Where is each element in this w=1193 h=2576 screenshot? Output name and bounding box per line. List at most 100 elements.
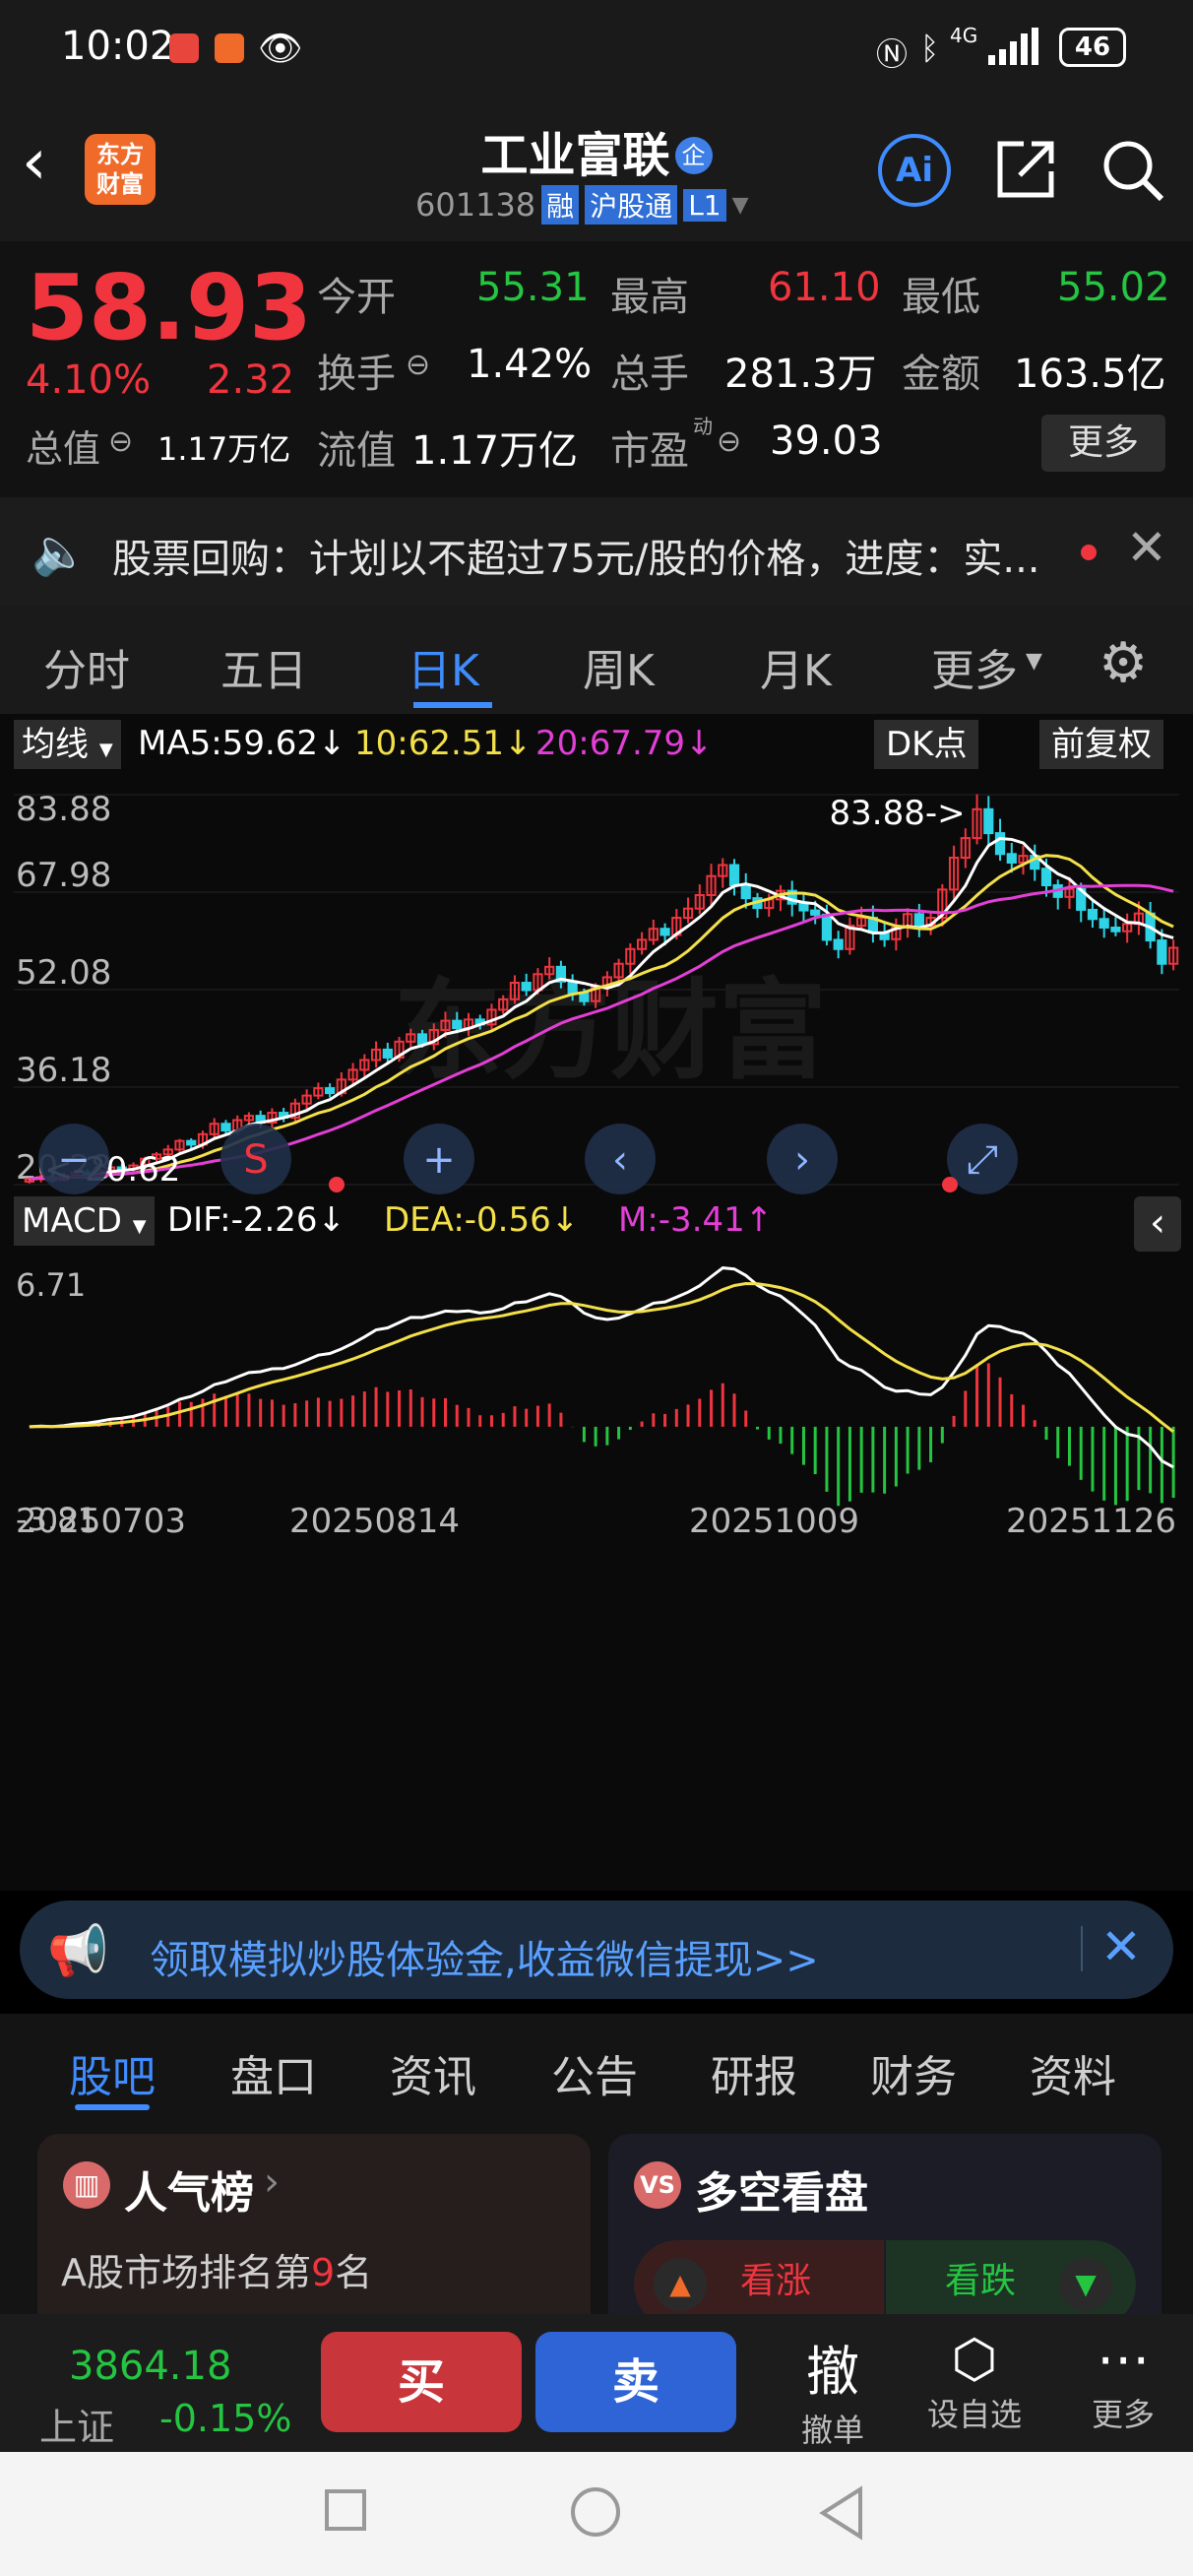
bear-label: 看跌 bbox=[945, 2261, 1017, 2301]
ai-button[interactable]: Ai bbox=[878, 134, 951, 207]
share-icon[interactable] bbox=[994, 138, 1057, 201]
status-bar: 10:02 👁 Ⓝ ᛒ 4G 46 bbox=[0, 0, 1193, 98]
high-label: 最高 bbox=[610, 275, 689, 320]
macd-label: MACD bbox=[22, 1201, 122, 1241]
candlestick-chart[interactable]: 83.8867.9852.0836.1820.28东方财富83.88-><-20… bbox=[0, 773, 1193, 1206]
tab-finance[interactable]: 财务 bbox=[870, 2041, 957, 2104]
chevron-right-icon: › bbox=[264, 2159, 280, 2205]
more-quote-label: 更多 bbox=[1067, 422, 1139, 463]
turnover-value: 1.42% bbox=[467, 342, 593, 387]
tab-research[interactable]: 研报 bbox=[711, 2041, 797, 2104]
app-notification-icon bbox=[215, 33, 244, 63]
close-icon[interactable]: ✕ bbox=[1100, 1918, 1142, 1975]
more-dots-icon: ⋯ bbox=[1097, 2328, 1150, 2390]
chart-area[interactable]: 均线 ▼ MA5:59.62↓ 10:62.51↓ 20:67.79↓ DK点 … bbox=[0, 714, 1193, 1891]
tab-announcements[interactable]: 公告 bbox=[551, 2041, 638, 2104]
dk-point-button[interactable]: DK点 bbox=[874, 720, 979, 769]
collapse-panel-button[interactable]: ‹ bbox=[1134, 1196, 1181, 1252]
high-value: 61.10 bbox=[768, 265, 881, 310]
back-nav-icon[interactable] bbox=[817, 2485, 866, 2541]
tab-monthly-k[interactable]: 月K bbox=[760, 635, 832, 698]
network-type: 4G bbox=[950, 24, 978, 47]
float-label: 流值 bbox=[317, 428, 396, 474]
tab-news[interactable]: 资讯 bbox=[390, 2041, 476, 2104]
tab-daily-k[interactable]: 日K bbox=[408, 635, 479, 698]
scroll-left-icon-glyph: ‹ bbox=[612, 1137, 628, 1183]
hexagon-icon: ⬡ bbox=[951, 2328, 998, 2390]
index-value[interactable]: 3864.18 bbox=[69, 2344, 231, 2389]
battery-level: 46 bbox=[1074, 32, 1111, 62]
open-label: 今开 bbox=[317, 275, 396, 320]
bull-button[interactable]: ▲ 看涨 bbox=[634, 2240, 884, 2319]
indicator-selector[interactable]: 均线 ▼ bbox=[14, 720, 121, 769]
dif-label: DIF:-2.26↓ bbox=[167, 1200, 346, 1240]
search-icon[interactable] bbox=[1099, 136, 1167, 205]
zoom-out-icon-glyph: − bbox=[57, 1137, 91, 1183]
promo-divider bbox=[1081, 1926, 1083, 1971]
home-icon[interactable] bbox=[571, 2487, 620, 2537]
volume-label: 总手 bbox=[610, 352, 689, 397]
float-value: 1.17万亿 bbox=[411, 428, 579, 474]
dea-label: DEA:-0.56↓ bbox=[384, 1200, 580, 1240]
y-tick-label: 36.18 bbox=[16, 1051, 111, 1090]
ma5-label: MA5:59.62↓ bbox=[138, 724, 346, 763]
more-actions-button[interactable]: ⋯ 更多 bbox=[1069, 2328, 1177, 2446]
candle-body bbox=[1099, 918, 1109, 929]
index-pct[interactable]: -0.15% bbox=[159, 2397, 291, 2440]
candle-body bbox=[521, 982, 532, 992]
down-arrow-icon: ▼ bbox=[1059, 2258, 1112, 2311]
candle-body bbox=[452, 1019, 463, 1030]
bar-chart-icon: ▥ bbox=[63, 2161, 110, 2209]
popularity-card[interactable]: ▥ 人气榜 › A股市场排名第9名 bbox=[37, 2134, 591, 2319]
stock-code-row[interactable]: 601138 融 沪股通 L1 ▼ bbox=[415, 185, 749, 225]
candle-body bbox=[1040, 868, 1052, 887]
info-icon[interactable]: ⊖ bbox=[406, 348, 430, 382]
cancel-order-label: 撤单 bbox=[800, 2412, 864, 2449]
tab-profile[interactable]: 资料 bbox=[1030, 2041, 1116, 2104]
popularity-rank-text: A股市场排名第9名 bbox=[61, 2242, 372, 2296]
tab-weekly-k[interactable]: 周K bbox=[583, 635, 655, 698]
add-watchlist-button[interactable]: ⬡ 设自选 bbox=[915, 2328, 1034, 2446]
candle-body bbox=[220, 1123, 231, 1132]
app-notification-icon bbox=[169, 33, 199, 63]
tab-guba[interactable]: 股吧 bbox=[69, 2041, 156, 2104]
tab-more[interactable]: 更多 bbox=[931, 635, 1018, 698]
candle-body bbox=[659, 928, 670, 936]
signal-icon bbox=[988, 28, 1038, 65]
promo-banner[interactable]: 📢 领取模拟炒股体验金,收益微信提现>> ✕ bbox=[20, 1900, 1173, 1999]
promo-text: 领取模拟炒股体验金,收益微信提现>> bbox=[150, 1938, 819, 1983]
buy-label: 买 bbox=[397, 2354, 445, 2410]
macd-selector[interactable]: MACD ▼ bbox=[14, 1196, 155, 1246]
sentiment-card[interactable]: VS 多空看盘 ▲ 看涨 看跌 ▼ bbox=[608, 2134, 1162, 2319]
change-pct: 4.10% bbox=[26, 357, 152, 403]
bear-button[interactable]: 看跌 ▼ bbox=[886, 2240, 1136, 2319]
info-icon[interactable]: ⊖ bbox=[717, 424, 741, 459]
candle-body bbox=[728, 864, 740, 887]
index-name[interactable]: 上证 bbox=[39, 2397, 114, 2451]
tab-five-day[interactable]: 五日 bbox=[220, 635, 307, 698]
sell-button[interactable]: 卖 bbox=[535, 2332, 736, 2432]
info-icon[interactable]: ⊖ bbox=[108, 424, 133, 459]
active-tab-indicator bbox=[75, 2104, 150, 2110]
adjust-button[interactable]: 前复权 bbox=[1039, 720, 1163, 769]
x-tick-label: 20250703 bbox=[16, 1502, 186, 1536]
notice-bar[interactable]: 🔈 股票回购：计划以不超过75元/股的价格，进度：实... ✕ bbox=[0, 497, 1193, 606]
candle-body bbox=[740, 884, 751, 900]
candle-body bbox=[186, 1139, 197, 1146]
more-quote-button[interactable]: 更多 bbox=[1041, 415, 1165, 472]
candle-body bbox=[821, 913, 833, 941]
cancel-order-button[interactable]: 撤 撤单 bbox=[774, 2328, 892, 2449]
close-icon[interactable]: ✕ bbox=[1126, 519, 1167, 576]
dropdown-icon: ▼ bbox=[731, 192, 749, 218]
ma20-label: 20:67.79↓ bbox=[535, 724, 714, 763]
gear-icon[interactable]: ⚙ bbox=[1099, 631, 1148, 695]
dea-line bbox=[29, 1281, 1175, 1434]
y-tick-label: 67.98 bbox=[16, 856, 111, 895]
max-price-label: 83.88-> bbox=[830, 794, 966, 833]
macd-chart[interactable]: 6.71-3.8120250703 20250814 20251009 2025112… bbox=[0, 1251, 1193, 1536]
recents-icon[interactable] bbox=[325, 2489, 366, 2531]
tab-pankou[interactable]: 盘口 bbox=[230, 2041, 317, 2104]
tab-minute[interactable]: 分时 bbox=[43, 635, 130, 698]
candle-body bbox=[416, 1033, 428, 1046]
buy-button[interactable]: 买 bbox=[321, 2332, 522, 2432]
